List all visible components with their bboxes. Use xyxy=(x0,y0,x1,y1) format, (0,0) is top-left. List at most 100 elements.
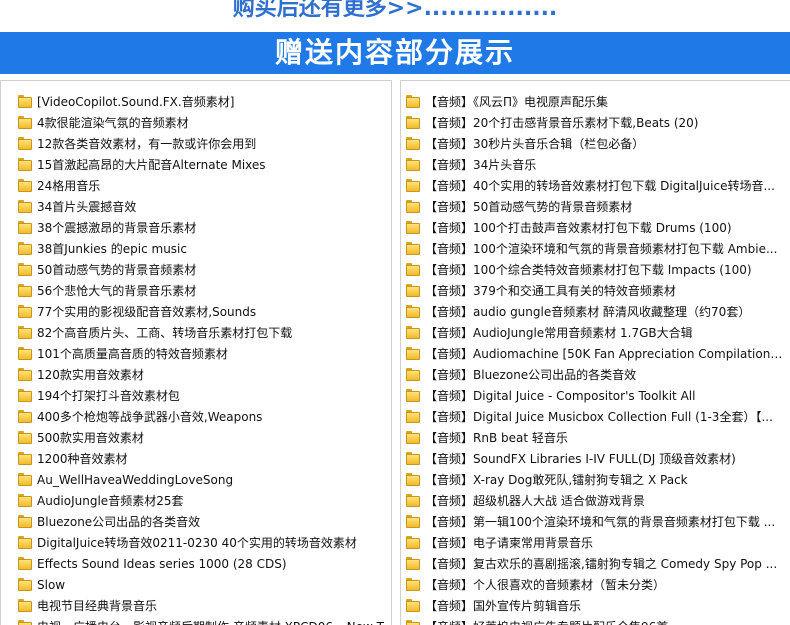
folder-icon xyxy=(18,431,32,444)
folder-item[interactable]: 【音频】30秒片头音乐合辑（栏包必备） xyxy=(401,133,790,154)
folder-item[interactable]: 【音频】Digital Juice Musicbox Collection Fu… xyxy=(401,406,790,427)
folder-name: 77个实用的影视级配音音效素材,Sounds xyxy=(37,305,257,319)
folder-name: 【音频】好莱坞电视广告专题片配乐全集96首 xyxy=(425,618,668,625)
folder-icon xyxy=(18,326,32,339)
folder-item[interactable]: 【音频】audio gungle音频素材 醉清风收藏整理（约70套） xyxy=(401,301,790,322)
folder-icon xyxy=(18,536,32,549)
folder-name: 82个高音质片头、工商、转场音乐素材打包下载 xyxy=(37,326,293,340)
folder-icon xyxy=(406,536,420,549)
folder-item[interactable]: Bluezone公司出品的各类音效 xyxy=(1,511,391,532)
folder-icon xyxy=(18,221,32,234)
folder-icon xyxy=(406,347,420,360)
folder-item[interactable]: 【音频】X-ray Dog敢死队,镭射狗专辑之 X Pack xyxy=(401,469,790,490)
folder-icon xyxy=(406,137,420,150)
folder-item[interactable]: 82个高音质片头、工商、转场音乐素材打包下载 xyxy=(1,322,391,343)
folder-icon xyxy=(406,284,420,297)
folder-item[interactable]: 【音频】Digital Juice - Compositor's Toolkit… xyxy=(401,385,790,406)
folder-icon xyxy=(18,473,32,486)
folder-item[interactable]: AudioJungle音频素材25套 xyxy=(1,490,391,511)
folder-item[interactable]: 【音频】20个打击感背景音乐素材下载,Beats (20) xyxy=(401,112,790,133)
folder-item[interactable]: 56个悲怆大气的背景音乐素材 xyxy=(1,280,391,301)
folder-name: 【音频】100个渲染环境和气氛的背景音频素材打包下载 Ambie... xyxy=(425,242,778,256)
folder-item[interactable]: 【音频】100个打击鼓声音效素材打包下载 Drums (100) xyxy=(401,217,790,238)
folder-item[interactable]: 50首动感气势的背景音频素材 xyxy=(1,259,391,280)
folder-item[interactable]: 24格用音乐 xyxy=(1,175,391,196)
folder-item[interactable]: 【音频】100个综合类特效音频素材打包下载 Impacts (100) xyxy=(401,259,790,280)
folder-item[interactable]: Effects Sound Ideas series 1000 (28 CDS) xyxy=(1,553,391,574)
folder-name: AudioJungle音频素材25套 xyxy=(37,494,184,508)
folder-item[interactable]: 400多个枪炮等战争武器小音效,Weapons xyxy=(1,406,391,427)
folder-icon xyxy=(18,599,32,612)
folder-item[interactable]: 【音频】379个和交通工具有关的特效音频素材 xyxy=(401,280,790,301)
folder-item[interactable]: 194个打架打斗音效素材包 xyxy=(1,385,391,406)
more-after-purchase-text: 购买后还有更多>>................ xyxy=(232,0,558,20)
folder-icon xyxy=(406,368,420,381)
folder-name: 【音频】Bluezone公司出品的各类音效 xyxy=(425,368,637,382)
folder-icon xyxy=(406,200,420,213)
folder-name: 500款实用音效素材 xyxy=(37,431,144,445)
folder-icon xyxy=(18,242,32,255)
folder-item[interactable]: 15首激起高昂的大片配音Alternate Mixes xyxy=(1,154,391,175)
folder-name: 1200种音效素材 xyxy=(37,452,128,466)
folder-icon xyxy=(18,179,32,192)
folder-item[interactable]: 12款各类音效素材，有一款或许你会用到 xyxy=(1,133,391,154)
folder-icon xyxy=(18,368,32,381)
folder-item[interactable]: [VideoCopilot.Sound.FX.音频素材] xyxy=(1,91,391,112)
folder-item[interactable]: 【音频】复古欢乐的喜剧摇滚,镭射狗专辑之 Comedy Spy Pop ... xyxy=(401,553,790,574)
folder-item[interactable]: 【音频】AudioJungle常用音频素材 1.7GB大合辑 xyxy=(401,322,790,343)
folder-item[interactable]: 【音频】100个渲染环境和气氛的背景音频素材打包下载 Ambie... xyxy=(401,238,790,259)
folder-name: 【音频】电子请柬常用背景音乐 xyxy=(425,536,594,550)
folder-item[interactable]: 【音频】好莱坞电视广告专题片配乐全集96首 xyxy=(401,616,790,625)
folder-icon xyxy=(18,452,32,465)
folder-item[interactable]: 【音频】Audiomachine [50K Fan Appreciation C… xyxy=(401,343,790,364)
left-folder-list: [VideoCopilot.Sound.FX.音频素材] 4款很能渲染气氛的音频素… xyxy=(1,91,391,625)
folder-name: Bluezone公司出品的各类音效 xyxy=(37,515,201,529)
folder-name: 【音频】AudioJungle常用音频素材 1.7GB大合辑 xyxy=(425,326,693,340)
folder-icon xyxy=(18,305,32,318)
left-folder-panel: [VideoCopilot.Sound.FX.音频素材] 4款很能渲染气氛的音频素… xyxy=(0,80,392,625)
folder-item[interactable]: 【音频】50首动感气势的背景音频素材 xyxy=(401,196,790,217)
folder-item[interactable]: 4款很能渲染气氛的音频素材 xyxy=(1,112,391,133)
folder-name: 【音频】100个综合类特效音频素材打包下载 Impacts (100) xyxy=(425,263,752,277)
folder-icon xyxy=(406,242,420,255)
folder-icon xyxy=(18,263,32,276)
folder-icon xyxy=(406,410,420,423)
folder-item[interactable]: 120款实用音效素材 xyxy=(1,364,391,385)
folder-item[interactable]: 【音频】国外宣传片剪辑音乐 xyxy=(401,595,790,616)
folder-item[interactable]: 【音频】个人很喜欢的音频素材（暂未分类） xyxy=(401,574,790,595)
folder-icon xyxy=(18,557,32,570)
folder-item[interactable]: 【音频】超级机器人大战 适合做游戏背景 xyxy=(401,490,790,511)
folder-item[interactable]: 34首片头震撼音效 xyxy=(1,196,391,217)
folder-item[interactable]: Au_WellHaveaWeddingLoveSong xyxy=(1,469,391,490)
folder-icon xyxy=(18,137,32,150)
folder-item[interactable]: 【音频】《风云Π》电视原声配乐集 xyxy=(401,91,790,112)
right-folder-panel: 【音频】《风云Π》电视原声配乐集 【音频】20个打击感背景音乐素材下载,Beats… xyxy=(400,80,790,625)
folder-item[interactable]: 【音频】电子请柬常用背景音乐 xyxy=(401,532,790,553)
folder-item[interactable]: 【音频】34片头音乐 xyxy=(401,154,790,175)
folder-item[interactable]: Slow xyxy=(1,574,391,595)
folder-item[interactable]: 【音频】第一辑100个渲染环境和气氛的背景音频素材打包下载 ... xyxy=(401,511,790,532)
folder-item[interactable]: 电视一广播电台一影视音频后期制作 音频素材 XPCD06 – New T xyxy=(1,616,391,625)
folder-icon xyxy=(406,431,420,444)
folder-name: 【音频】超级机器人大战 适合做游戏背景 xyxy=(425,494,645,508)
folder-name: 电视节目经典背景音乐 xyxy=(37,599,158,613)
folder-item[interactable]: 【音频】RnB beat 轻音乐 xyxy=(401,427,790,448)
folder-icon xyxy=(18,95,32,108)
folder-item[interactable]: 1200种音效素材 xyxy=(1,448,391,469)
folder-item[interactable]: 38首Junkies 的epic music xyxy=(1,238,391,259)
folder-item[interactable]: DigitalJuice转场音效0211-0230 40个实用的转场音效素材 xyxy=(1,532,391,553)
folder-icon xyxy=(406,515,420,528)
folder-item[interactable]: 【音频】40个实用的转场音效素材打包下载 DigitalJuice转场音... xyxy=(401,175,790,196)
folder-icon xyxy=(406,578,420,591)
folder-item[interactable]: 电视节目经典背景音乐 xyxy=(1,595,391,616)
folder-name: 【音频】RnB beat 轻音乐 xyxy=(425,431,568,445)
folder-item[interactable]: 77个实用的影视级配音音效素材,Sounds xyxy=(1,301,391,322)
folder-item[interactable]: 【音频】Bluezone公司出品的各类音效 xyxy=(401,364,790,385)
right-folder-list: 【音频】《风云Π》电视原声配乐集 【音频】20个打击感背景音乐素材下载,Beats… xyxy=(401,91,790,625)
folder-name: 【音频】audio gungle音频素材 醉清风收藏整理（约70套） xyxy=(425,305,751,319)
folder-item[interactable]: 101个高质量高音质的特效音频素材 xyxy=(1,343,391,364)
folder-item[interactable]: 【音频】SoundFX Libraries I-IV FULL(DJ 顶级音效素… xyxy=(401,448,790,469)
folder-item[interactable]: 38个震撼激昂的背景音乐素材 xyxy=(1,217,391,238)
folder-item[interactable]: 500款实用音效素材 xyxy=(1,427,391,448)
folder-icon xyxy=(18,284,32,297)
